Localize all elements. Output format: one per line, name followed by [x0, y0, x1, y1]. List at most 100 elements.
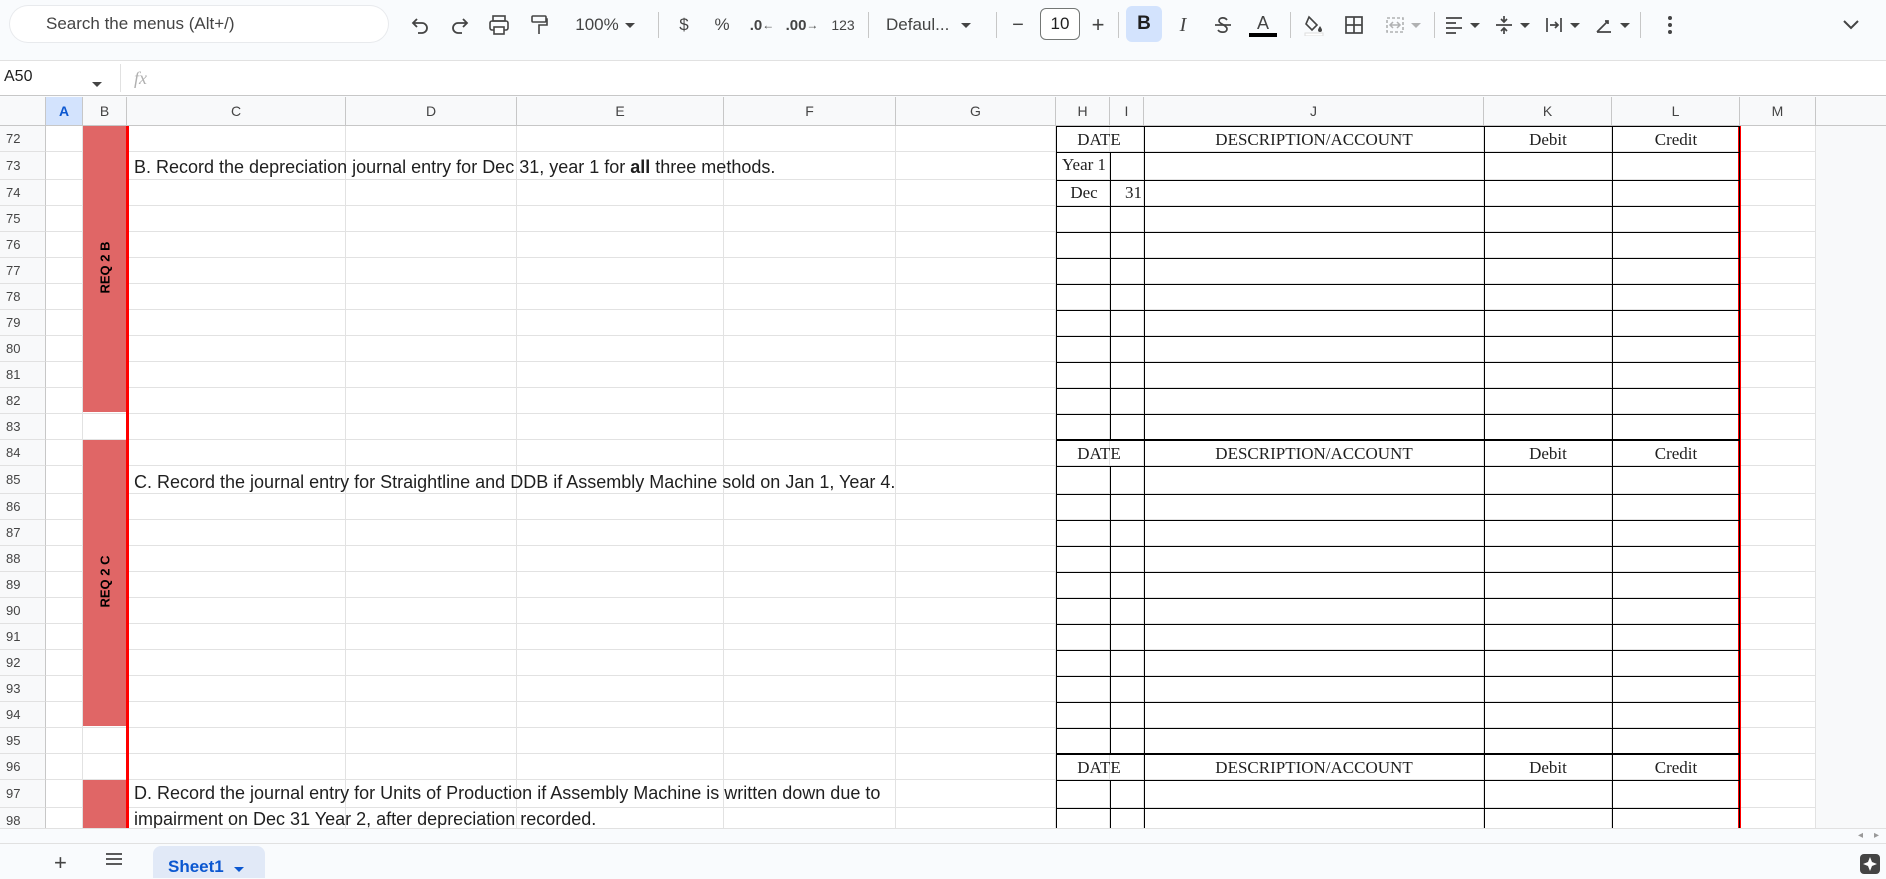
name-box[interactable]: A50: [4, 68, 32, 86]
scroll-right-icon[interactable]: ▸: [1874, 830, 1879, 841]
row-header-98[interactable]: 98: [0, 808, 46, 828]
row-header-78[interactable]: 78: [0, 284, 46, 310]
row-header-97[interactable]: 97: [0, 780, 46, 808]
column-header-i[interactable]: I: [1110, 97, 1144, 126]
sheet-tab-sheet1[interactable]: Sheet1: [153, 846, 265, 878]
row-header-91[interactable]: 91: [0, 624, 46, 650]
all-sheets-icon[interactable]: [104, 851, 124, 872]
more-vert-icon[interactable]: [1656, 8, 1684, 42]
more-formats-button[interactable]: 123: [826, 8, 860, 42]
search-menus-placeholder: Search the menus (Alt+/): [46, 14, 235, 33]
row-header-93[interactable]: 93: [0, 676, 46, 702]
text-rotation-icon[interactable]: [1592, 8, 1632, 42]
add-sheet-button[interactable]: +: [54, 850, 67, 876]
journal-2-credit-header: Credit: [1654, 444, 1698, 463]
column-header-c[interactable]: C: [127, 97, 346, 126]
toolbar-divider: [1640, 12, 1641, 38]
scroll-left-icon[interactable]: ◂: [1858, 830, 1863, 841]
column-header-j[interactable]: J: [1144, 97, 1484, 126]
spreadsheet-grid[interactable]: 72 73 74 75 76 77 78 79 80 81 82 83 84 85 86 87 88 89 90 91…: [0, 126, 1886, 828]
redo-icon[interactable]: [446, 8, 474, 42]
journal-3-debit-header: Debit: [1529, 758, 1567, 777]
column-header-b[interactable]: B: [83, 97, 127, 126]
row-header-72[interactable]: 72: [0, 126, 46, 152]
borders-icon[interactable]: [1338, 8, 1370, 42]
journal-3-date-header: DATE: [1077, 758, 1121, 777]
journal-1-day: 31: [1125, 183, 1142, 202]
horizontal-scrollbar[interactable]: [0, 828, 1886, 843]
row-header-83[interactable]: 83: [0, 414, 46, 440]
column-header-g[interactable]: G: [896, 97, 1056, 126]
paint-format-icon[interactable]: [524, 8, 554, 42]
increase-decimal-button[interactable]: .00 →: [784, 8, 820, 42]
column-header-f[interactable]: F: [724, 97, 896, 126]
collapse-toolbar-icon[interactable]: [1836, 8, 1866, 42]
row-header-81[interactable]: 81: [0, 362, 46, 388]
vertical-align-icon[interactable]: [1492, 8, 1532, 42]
explore-icon[interactable]: [1860, 854, 1880, 874]
percent-format-button[interactable]: %: [708, 8, 736, 42]
row-header-76[interactable]: 76: [0, 232, 46, 258]
row-header-87[interactable]: 87: [0, 520, 46, 546]
column-header-e[interactable]: E: [517, 97, 724, 126]
row-header-79[interactable]: 79: [0, 310, 46, 336]
row-header-89[interactable]: 89: [0, 572, 46, 598]
row-header-96[interactable]: 96: [0, 754, 46, 780]
decrease-font-size-button[interactable]: −: [1006, 8, 1030, 42]
row-header-94[interactable]: 94: [0, 702, 46, 728]
bold-button[interactable]: B: [1126, 6, 1162, 42]
journal-row-line: [1056, 180, 1740, 181]
print-icon[interactable]: [484, 8, 514, 42]
name-box-dropdown-icon[interactable]: [92, 74, 102, 92]
decrease-decimal-button[interactable]: .0 ←: [746, 8, 778, 42]
text-color-button[interactable]: A: [1248, 8, 1278, 42]
journal-column-line: [1484, 126, 1485, 440]
row-header-95[interactable]: 95: [0, 728, 46, 754]
row-header-88[interactable]: 88: [0, 546, 46, 572]
row-header-75[interactable]: 75: [0, 206, 46, 232]
journal-row-line: [1056, 808, 1740, 809]
strikethrough-icon[interactable]: [1206, 8, 1240, 42]
row-header-82[interactable]: 82: [0, 388, 46, 414]
search-menus-input[interactable]: Search the menus (Alt+/): [10, 6, 388, 42]
column-header-m[interactable]: M: [1740, 97, 1816, 126]
text-wrapping-icon[interactable]: [1542, 8, 1582, 42]
row-header-77[interactable]: 77: [0, 258, 46, 284]
row-header-90[interactable]: 90: [0, 598, 46, 624]
column-header-h[interactable]: H: [1056, 97, 1110, 126]
row-header-73[interactable]: 73: [0, 152, 46, 180]
font-size-input[interactable]: 10: [1040, 8, 1080, 40]
increase-font-size-button[interactable]: +: [1086, 8, 1110, 42]
journal-row-line: [1056, 598, 1740, 599]
select-all-corner[interactable]: [0, 97, 46, 126]
toolbar-divider: [868, 12, 869, 38]
italic-button[interactable]: I: [1168, 8, 1198, 42]
column-header-l[interactable]: L: [1612, 97, 1740, 126]
row-header-86[interactable]: 86: [0, 494, 46, 520]
formula-input[interactable]: [170, 62, 1870, 92]
merge-cells-icon[interactable]: [1380, 8, 1426, 42]
undo-icon[interactable]: [406, 8, 434, 42]
row-header-85[interactable]: 85: [0, 466, 46, 494]
column-header-a[interactable]: A: [46, 97, 83, 126]
journal-1-month: Dec: [1070, 183, 1098, 202]
zoom-select[interactable]: 100%: [566, 8, 644, 42]
chevron-down-icon: [1620, 22, 1630, 28]
instruction-c[interactable]: C. Record the journal entry for Straight…: [134, 472, 895, 493]
column-header-d[interactable]: D: [346, 97, 517, 126]
row-header-92[interactable]: 92: [0, 650, 46, 676]
row-header-74[interactable]: 74: [0, 180, 46, 206]
column-header-k[interactable]: K: [1484, 97, 1612, 126]
instruction-d-line1: D. Record the journal entry for Units of…: [134, 783, 881, 803]
horizontal-align-icon[interactable]: [1442, 8, 1482, 42]
row-header-80[interactable]: 80: [0, 336, 46, 362]
font-family-select[interactable]: Defaul...: [880, 8, 984, 42]
chevron-down-icon: [1520, 22, 1530, 28]
row-header-84[interactable]: 84: [0, 440, 46, 466]
instruction-d[interactable]: D. Record the journal entry for Units of…: [134, 783, 880, 804]
instruction-b-bold: all: [630, 157, 651, 177]
currency-format-button[interactable]: $: [670, 8, 698, 42]
instruction-b[interactable]: B. Record the depreciation journal entry…: [134, 157, 775, 178]
toolbar-divider: [996, 12, 997, 38]
fill-color-icon[interactable]: [1298, 8, 1330, 42]
